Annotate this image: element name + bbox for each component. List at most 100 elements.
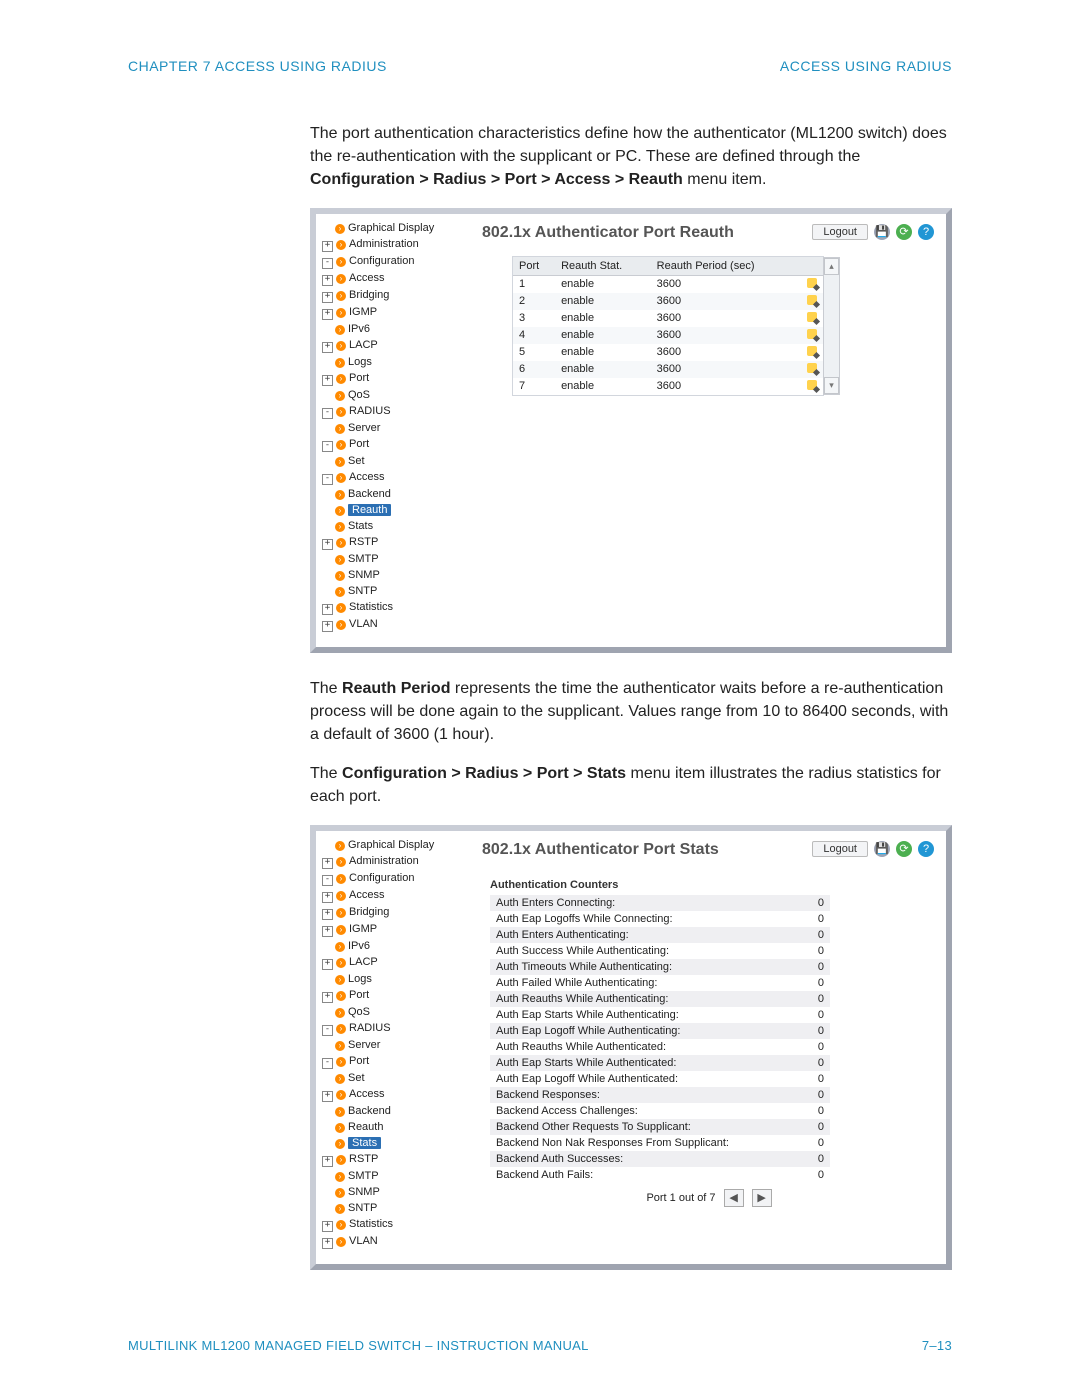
edit-icon[interactable] — [807, 278, 817, 288]
tree-toggle-icon[interactable]: + — [322, 275, 333, 286]
tree-item-lacp[interactable]: +›LACP — [322, 954, 462, 971]
tree-item-radius-stats[interactable]: ›Stats — [322, 1135, 462, 1151]
tree-item-qos[interactable]: ›QoS — [322, 387, 462, 403]
pager-next-icon[interactable]: ▶ — [752, 1189, 772, 1207]
tree-item-snmp[interactable]: ›SNMP — [322, 567, 462, 583]
tree-item-qos[interactable]: ›QoS — [322, 1004, 462, 1020]
tree-item-smtp[interactable]: ›SMTP — [322, 551, 462, 567]
tree-item-server[interactable]: ›Server — [322, 1037, 462, 1053]
tree-toggle-icon[interactable]: + — [322, 309, 333, 320]
tree-toggle-icon[interactable]: + — [322, 292, 333, 303]
edit-icon[interactable] — [807, 312, 817, 322]
tree-toggle-icon[interactable]: + — [322, 1156, 333, 1167]
tree-item-reauth[interactable]: ›Reauth — [322, 502, 462, 518]
tree-item-rstp[interactable]: +›RSTP — [322, 1151, 462, 1168]
tree-item-igmp[interactable]: +›IGMP — [322, 304, 462, 321]
scroll-up-icon[interactable]: ▴ — [824, 258, 839, 275]
tree-toggle-icon[interactable]: - — [322, 1058, 333, 1069]
tree-item-vlan[interactable]: +›VLAN — [322, 1233, 462, 1250]
bullet-icon: › — [335, 1188, 345, 1198]
tree-item-sntp[interactable]: ›SNTP — [322, 1200, 462, 1216]
tree-item-backend[interactable]: ›Backend — [322, 1103, 462, 1119]
tree-toggle-icon[interactable]: + — [322, 892, 333, 903]
tree-item-radius-access[interactable]: +›Access — [322, 1086, 462, 1103]
tree-toggle-icon[interactable]: - — [322, 875, 333, 886]
help-icon[interactable]: ? — [918, 841, 934, 857]
tree-toggle-icon[interactable]: - — [322, 441, 333, 452]
tree-toggle-icon[interactable]: - — [322, 474, 333, 485]
tree-item-igmp[interactable]: +›IGMP — [322, 921, 462, 938]
tree-item-reauth[interactable]: ›Reauth — [322, 1119, 462, 1135]
tree-item-port[interactable]: +›Port — [322, 370, 462, 387]
tree-item-radius-port[interactable]: -›Port — [322, 1053, 462, 1070]
tree-item-vlan[interactable]: +›VLAN — [322, 616, 462, 633]
tree-toggle-icon[interactable]: + — [322, 1238, 333, 1249]
pager-prev-icon[interactable]: ◀ — [724, 1189, 744, 1207]
tree-item-access[interactable]: +›Access — [322, 270, 462, 287]
refresh-icon[interactable]: ⟳ — [896, 841, 912, 857]
refresh-icon[interactable]: ⟳ — [896, 224, 912, 240]
tree-item-logs[interactable]: ›Logs — [322, 354, 462, 370]
tree-item-radius-stats[interactable]: ›Stats — [322, 518, 462, 534]
tree-item-sntp[interactable]: ›SNTP — [322, 583, 462, 599]
tree-item-smtp[interactable]: ›SMTP — [322, 1168, 462, 1184]
edit-icon[interactable] — [807, 380, 817, 390]
tree-item-radius[interactable]: -›RADIUS — [322, 403, 462, 420]
tree-item-server[interactable]: ›Server — [322, 420, 462, 436]
tree-item-set[interactable]: ›Set — [322, 453, 462, 469]
tree-toggle-icon[interactable]: + — [322, 909, 333, 920]
save-icon[interactable]: 💾 — [874, 841, 890, 857]
edit-icon[interactable] — [807, 346, 817, 356]
tree-item-bridging[interactable]: +›Bridging — [322, 287, 462, 304]
tree-item-ipv6[interactable]: ›IPv6 — [322, 938, 462, 954]
tree-item-radius-port[interactable]: -›Port — [322, 436, 462, 453]
tree-item-radius-access[interactable]: -›Access — [322, 469, 462, 486]
tree-item-configuration[interactable]: -›Configuration — [322, 870, 462, 887]
tree-toggle-icon[interactable]: + — [322, 858, 333, 869]
tree-item-statistics[interactable]: +›Statistics — [322, 599, 462, 616]
scroll-down-icon[interactable]: ▾ — [824, 377, 839, 394]
help-icon[interactable]: ? — [918, 224, 934, 240]
logout-button[interactable]: Logout — [812, 224, 868, 240]
bullet-icon: › — [336, 538, 346, 548]
edit-icon[interactable] — [807, 329, 817, 339]
bullet-icon: › — [335, 506, 345, 516]
chapter-header-right: ACCESS USING RADIUS — [780, 58, 952, 74]
logout-button[interactable]: Logout — [812, 841, 868, 857]
tree-toggle-icon[interactable]: - — [322, 1025, 333, 1036]
tree-toggle-icon[interactable]: + — [322, 375, 333, 386]
tree-item-ipv6[interactable]: ›IPv6 — [322, 321, 462, 337]
tree-toggle-icon[interactable]: + — [322, 241, 333, 252]
tree-item-administration[interactable]: +›Administration — [322, 236, 462, 253]
tree-toggle-icon[interactable]: - — [322, 258, 333, 269]
tree-item-rstp[interactable]: +›RSTP — [322, 534, 462, 551]
tree-item-logs[interactable]: ›Logs — [322, 971, 462, 987]
save-icon[interactable]: 💾 — [874, 224, 890, 240]
tree-toggle-icon[interactable]: + — [322, 959, 333, 970]
tree-toggle-icon[interactable]: + — [322, 604, 333, 615]
tree-toggle-icon[interactable]: - — [322, 408, 333, 419]
tree-item-administration[interactable]: +›Administration — [322, 853, 462, 870]
tree-toggle-icon[interactable]: + — [322, 1091, 333, 1102]
tree-toggle-icon[interactable]: + — [322, 342, 333, 353]
tree-toggle-icon[interactable]: + — [322, 926, 333, 937]
edit-icon[interactable] — [807, 363, 817, 373]
tree-item-access[interactable]: +›Access — [322, 887, 462, 904]
tree-item-port[interactable]: +›Port — [322, 987, 462, 1004]
edit-icon[interactable] — [807, 295, 817, 305]
tree-item-bridging[interactable]: +›Bridging — [322, 904, 462, 921]
tree-item-snmp[interactable]: ›SNMP — [322, 1184, 462, 1200]
tree-item-lacp[interactable]: +›LACP — [322, 337, 462, 354]
tree-item-graphical-display[interactable]: ›Graphical Display — [322, 220, 462, 236]
tree-toggle-icon[interactable]: + — [322, 1221, 333, 1232]
tree-toggle-icon[interactable]: + — [322, 621, 333, 632]
tree-item-graphical-display[interactable]: ›Graphical Display — [322, 837, 462, 853]
scrollbar[interactable]: ▴ ▾ — [823, 257, 840, 395]
tree-item-radius[interactable]: -›RADIUS — [322, 1020, 462, 1037]
tree-item-configuration[interactable]: -›Configuration — [322, 253, 462, 270]
tree-toggle-icon[interactable]: + — [322, 992, 333, 1003]
tree-toggle-icon[interactable]: + — [322, 539, 333, 550]
tree-item-backend[interactable]: ›Backend — [322, 486, 462, 502]
tree-item-set[interactable]: ›Set — [322, 1070, 462, 1086]
tree-item-statistics[interactable]: +›Statistics — [322, 1216, 462, 1233]
